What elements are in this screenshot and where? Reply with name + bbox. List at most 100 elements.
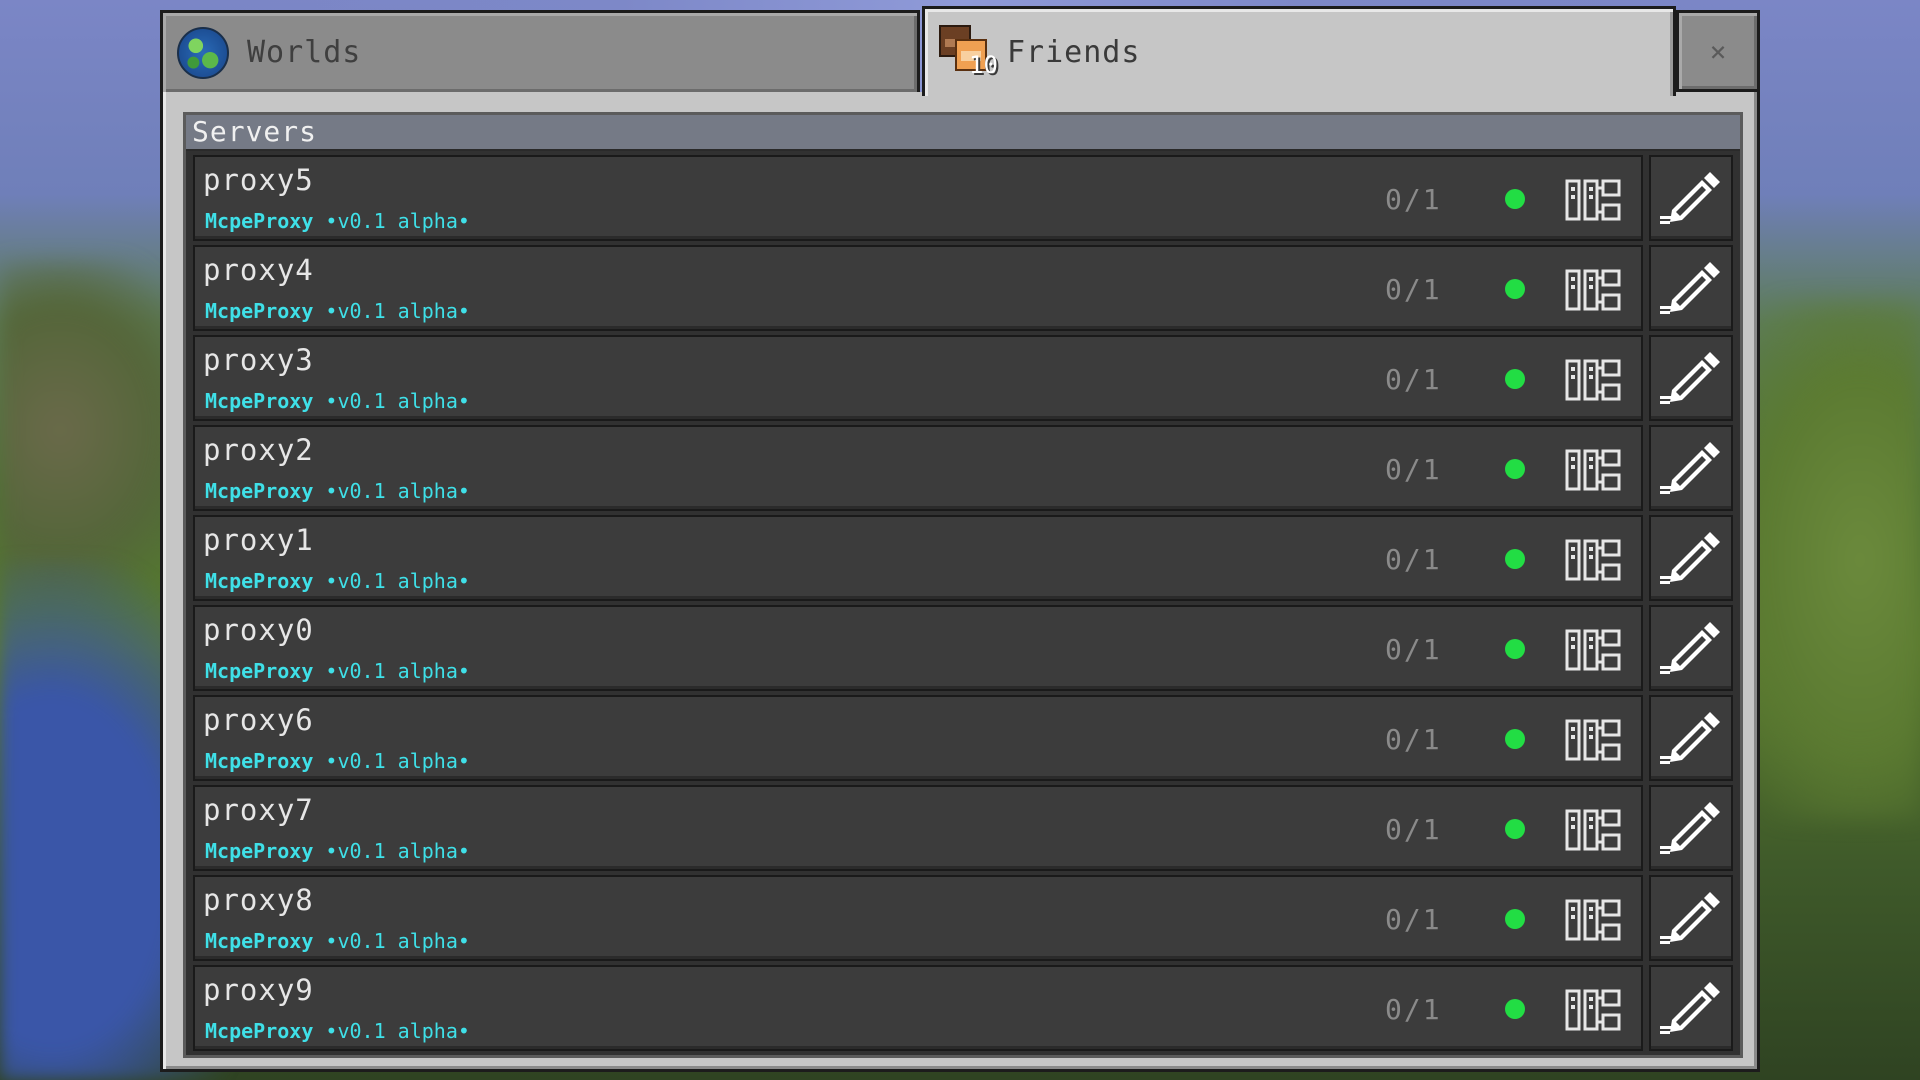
server-motd-brand: McpeProxy xyxy=(205,659,314,683)
server-player-count: 0/1 xyxy=(1385,363,1442,396)
server-entry-button[interactable]: proxy3 McpeProxy •v0.1 alpha• 0/1 xyxy=(193,335,1643,421)
server-motd-version: •v0.1 alpha• xyxy=(313,479,470,503)
server-motd-version: •v0.1 alpha• xyxy=(313,299,470,323)
network-icon xyxy=(1565,359,1621,401)
server-motd-brand: McpeProxy xyxy=(205,479,314,503)
server-motd-version: •v0.1 alpha• xyxy=(313,659,470,683)
edit-server-button[interactable] xyxy=(1649,605,1733,691)
server-motd-brand: McpeProxy xyxy=(205,389,314,413)
server-motd-version: •v0.1 alpha• xyxy=(313,209,470,233)
server-motd-version: •v0.1 alpha• xyxy=(313,569,470,593)
server-entry-button[interactable]: proxy8 McpeProxy •v0.1 alpha• 0/1 xyxy=(193,875,1643,961)
server-row[interactable]: proxy2 McpeProxy •v0.1 alpha• 0/1 xyxy=(193,425,1735,511)
server-player-count: 0/1 xyxy=(1385,453,1442,486)
server-motd: McpeProxy •v0.1 alpha• xyxy=(205,299,470,323)
status-online-icon xyxy=(1505,279,1525,299)
server-motd-brand: McpeProxy xyxy=(205,569,314,593)
edit-server-button[interactable] xyxy=(1649,335,1733,421)
status-online-icon xyxy=(1505,549,1525,569)
server-motd-version: •v0.1 alpha• xyxy=(313,929,470,953)
servers-header: Servers xyxy=(186,115,1740,151)
server-motd: McpeProxy •v0.1 alpha• xyxy=(205,749,470,773)
server-entry-button[interactable]: proxy1 McpeProxy •v0.1 alpha• 0/1 xyxy=(193,515,1643,601)
server-name: proxy1 xyxy=(203,523,314,557)
server-entry-button[interactable]: proxy9 McpeProxy •v0.1 alpha• 0/1 xyxy=(193,965,1643,1051)
server-row[interactable]: proxy3 McpeProxy •v0.1 alpha• 0/1 xyxy=(193,335,1735,421)
status-online-icon xyxy=(1505,459,1525,479)
server-motd-brand: McpeProxy xyxy=(205,299,314,323)
server-row[interactable]: proxy4 McpeProxy •v0.1 alpha• 0/1 xyxy=(193,245,1735,331)
server-motd: McpeProxy •v0.1 alpha• xyxy=(205,569,470,593)
globe-icon xyxy=(177,26,229,79)
status-online-icon xyxy=(1505,369,1525,389)
pencil-icon xyxy=(1660,532,1720,584)
server-row[interactable]: proxy7 McpeProxy •v0.1 alpha• 0/1 xyxy=(193,785,1735,871)
pencil-icon xyxy=(1660,352,1720,404)
server-entry-button[interactable]: proxy6 McpeProxy •v0.1 alpha• 0/1 xyxy=(193,695,1643,781)
edit-server-button[interactable] xyxy=(1649,515,1733,601)
edit-server-button[interactable] xyxy=(1649,875,1733,961)
close-button[interactable]: × xyxy=(1676,10,1760,92)
server-name: proxy9 xyxy=(203,973,314,1007)
server-motd-brand: McpeProxy xyxy=(205,749,314,773)
server-motd-brand: McpeProxy xyxy=(205,929,314,953)
tab-worlds-label: Worlds xyxy=(247,35,362,70)
status-online-icon xyxy=(1505,189,1525,209)
server-entry-button[interactable]: proxy5 McpeProxy •v0.1 alpha• 0/1 xyxy=(193,155,1643,241)
server-name: proxy5 xyxy=(203,163,314,197)
server-motd-version: •v0.1 alpha• xyxy=(313,1019,470,1043)
server-player-count: 0/1 xyxy=(1385,633,1442,666)
server-row[interactable]: proxy0 McpeProxy •v0.1 alpha• 0/1 xyxy=(193,605,1735,691)
server-row[interactable]: proxy1 McpeProxy •v0.1 alpha• 0/1 xyxy=(193,515,1735,601)
server-motd: McpeProxy •v0.1 alpha• xyxy=(205,929,470,953)
pencil-icon xyxy=(1660,982,1720,1034)
server-name: proxy3 xyxy=(203,343,314,377)
status-online-icon xyxy=(1505,729,1525,749)
server-entry-button[interactable]: proxy2 McpeProxy •v0.1 alpha• 0/1 xyxy=(193,425,1643,511)
server-row[interactable]: proxy5 McpeProxy •v0.1 alpha• 0/1 xyxy=(193,155,1735,241)
network-icon xyxy=(1565,989,1621,1031)
edit-server-button[interactable] xyxy=(1649,785,1733,871)
network-icon xyxy=(1565,449,1621,491)
server-motd: McpeProxy •v0.1 alpha• xyxy=(205,389,470,413)
network-icon xyxy=(1565,179,1621,221)
server-motd-version: •v0.1 alpha• xyxy=(313,749,470,773)
server-rows: proxy5 McpeProxy •v0.1 alpha• 0/1 proxy4… xyxy=(193,155,1735,1055)
tab-friends[interactable]: 10 Friends xyxy=(922,6,1676,96)
server-motd-version: •v0.1 alpha• xyxy=(313,389,470,413)
edit-server-button[interactable] xyxy=(1649,695,1733,781)
edit-server-button[interactable] xyxy=(1649,425,1733,511)
server-motd: McpeProxy •v0.1 alpha• xyxy=(205,839,470,863)
pencil-icon xyxy=(1660,622,1720,674)
server-player-count: 0/1 xyxy=(1385,903,1442,936)
status-online-icon xyxy=(1505,819,1525,839)
network-icon xyxy=(1565,539,1621,581)
edit-server-button[interactable] xyxy=(1649,965,1733,1051)
server-entry-button[interactable]: proxy7 McpeProxy •v0.1 alpha• 0/1 xyxy=(193,785,1643,871)
server-name: proxy0 xyxy=(203,613,314,647)
network-icon xyxy=(1565,629,1621,671)
server-entry-button[interactable]: proxy0 McpeProxy •v0.1 alpha• 0/1 xyxy=(193,605,1643,691)
server-row[interactable]: proxy8 McpeProxy •v0.1 alpha• 0/1 xyxy=(193,875,1735,961)
servers-list: Servers proxy5 McpeProxy •v0.1 alpha• 0/… xyxy=(183,112,1743,1058)
edit-server-button[interactable] xyxy=(1649,155,1733,241)
server-entry-button[interactable]: proxy4 McpeProxy •v0.1 alpha• 0/1 xyxy=(193,245,1643,331)
edit-server-button[interactable] xyxy=(1649,245,1733,331)
pencil-icon xyxy=(1660,262,1720,314)
server-motd-brand: McpeProxy xyxy=(205,1019,314,1043)
play-screen-dialog: Worlds 10 Friends × Servers proxy5 McpeP… xyxy=(160,6,1760,1072)
server-player-count: 0/1 xyxy=(1385,543,1442,576)
server-row[interactable]: proxy9 McpeProxy •v0.1 alpha• 0/1 xyxy=(193,965,1735,1051)
server-motd: McpeProxy •v0.1 alpha• xyxy=(205,659,470,683)
tab-friends-label: Friends xyxy=(1007,35,1141,70)
network-icon xyxy=(1565,809,1621,851)
server-motd-brand: McpeProxy xyxy=(205,839,314,863)
friends-count-badge: 10 xyxy=(969,50,998,79)
server-motd: McpeProxy •v0.1 alpha• xyxy=(205,209,470,233)
server-motd-version: •v0.1 alpha• xyxy=(313,839,470,863)
server-row[interactable]: proxy6 McpeProxy •v0.1 alpha• 0/1 xyxy=(193,695,1735,781)
pencil-icon xyxy=(1660,172,1720,224)
server-name: proxy2 xyxy=(203,433,314,467)
tab-worlds[interactable]: Worlds xyxy=(160,10,920,92)
content-panel: Servers proxy5 McpeProxy •v0.1 alpha• 0/… xyxy=(160,92,1760,1072)
